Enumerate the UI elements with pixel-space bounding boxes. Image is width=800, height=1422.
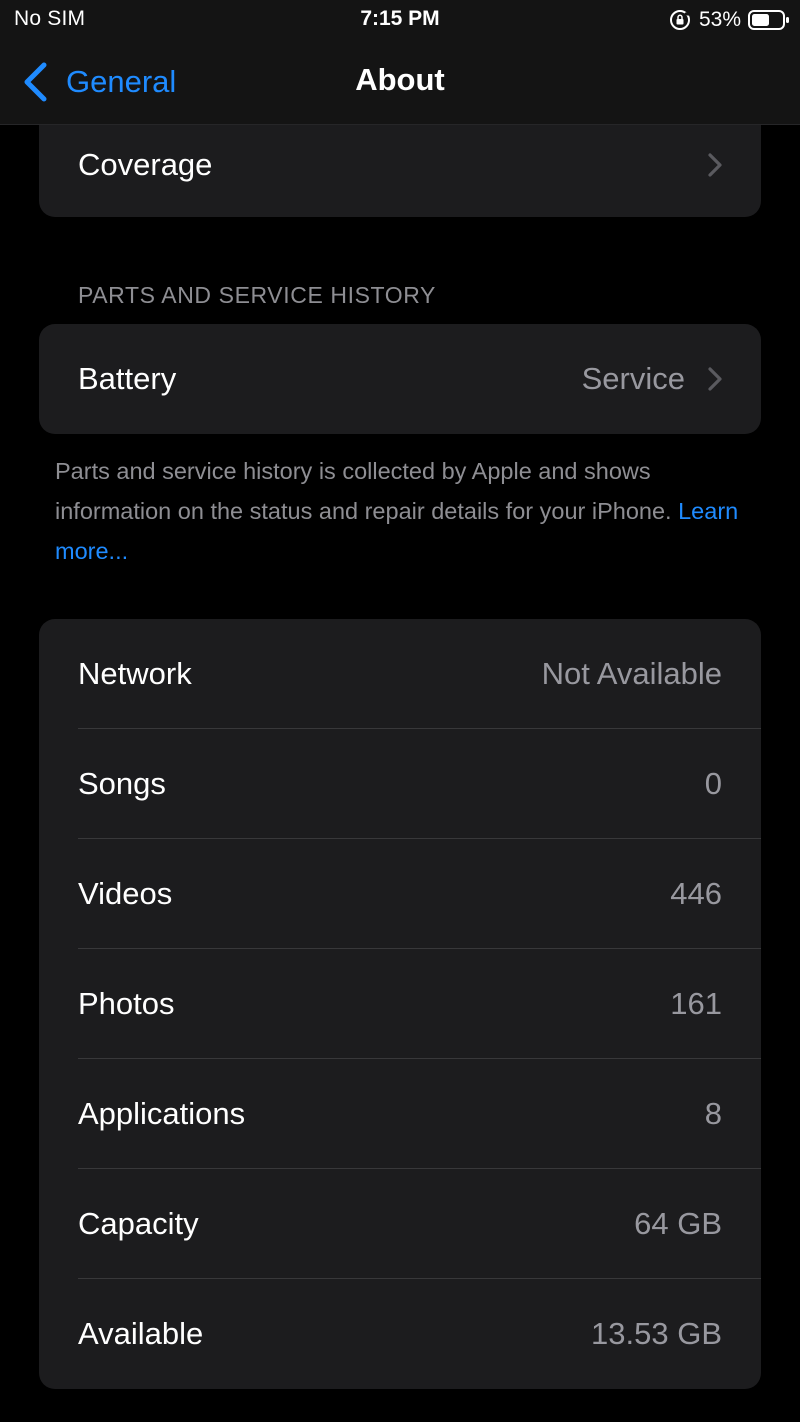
info-label: Capacity	[78, 1206, 199, 1241]
device-info-group: Network Not Available Songs 0 Videos 446…	[39, 619, 761, 1389]
chevron-right-icon	[708, 367, 722, 391]
parts-footer-text: Parts and service history is collected b…	[55, 451, 755, 571]
about-list[interactable]: Coverage PARTS AND SERVICE HISTORY Batte…	[0, 125, 800, 1422]
coverage-group: Coverage	[39, 125, 761, 217]
parts-section-header: PARTS AND SERVICE HISTORY	[78, 282, 436, 308]
info-row-photos: Photos 161	[39, 949, 761, 1059]
info-label: Applications	[78, 1096, 246, 1131]
info-label: Network	[78, 656, 192, 691]
info-value: 13.53 GB	[591, 1316, 722, 1351]
chevron-right-icon	[708, 153, 722, 177]
parts-footer-description: Parts and service history is collected b…	[55, 458, 672, 524]
navigation-bar: General About	[0, 40, 800, 125]
info-label: Photos	[78, 986, 175, 1021]
orientation-lock-icon	[669, 10, 691, 30]
battery-label: Battery	[78, 361, 177, 396]
battery-percent: 53%	[698, 8, 741, 31]
info-label: Videos	[78, 876, 173, 911]
info-label: Songs	[78, 766, 166, 801]
info-row-capacity: Capacity 64 GB	[39, 1169, 761, 1279]
info-row-songs: Songs 0	[39, 729, 761, 839]
status-bar: No SIM 7:15 PM 53%	[0, 0, 800, 40]
info-row-applications: Applications 8	[39, 1059, 761, 1169]
battery-group: Battery Service	[39, 324, 761, 434]
info-row-available: Available 13.53 GB	[39, 1279, 761, 1389]
coverage-row[interactable]: Coverage	[39, 125, 761, 215]
info-value: 8	[704, 1096, 722, 1131]
info-value: 446	[670, 876, 722, 911]
info-value: 0	[704, 766, 722, 801]
battery-icon	[748, 10, 789, 30]
info-row-videos: Videos 446	[39, 839, 761, 949]
info-row-network: Network Not Available	[39, 619, 761, 729]
battery-row[interactable]: Battery Service	[39, 324, 761, 434]
info-label: Available	[78, 1316, 204, 1351]
battery-value: Service	[581, 361, 685, 396]
status-right-group: 53%	[669, 6, 790, 34]
info-value: Not Available	[541, 656, 722, 691]
page-title: About	[355, 62, 445, 97]
info-value: 64 GB	[634, 1206, 722, 1241]
coverage-label: Coverage	[78, 147, 213, 182]
info-value: 161	[670, 986, 722, 1021]
